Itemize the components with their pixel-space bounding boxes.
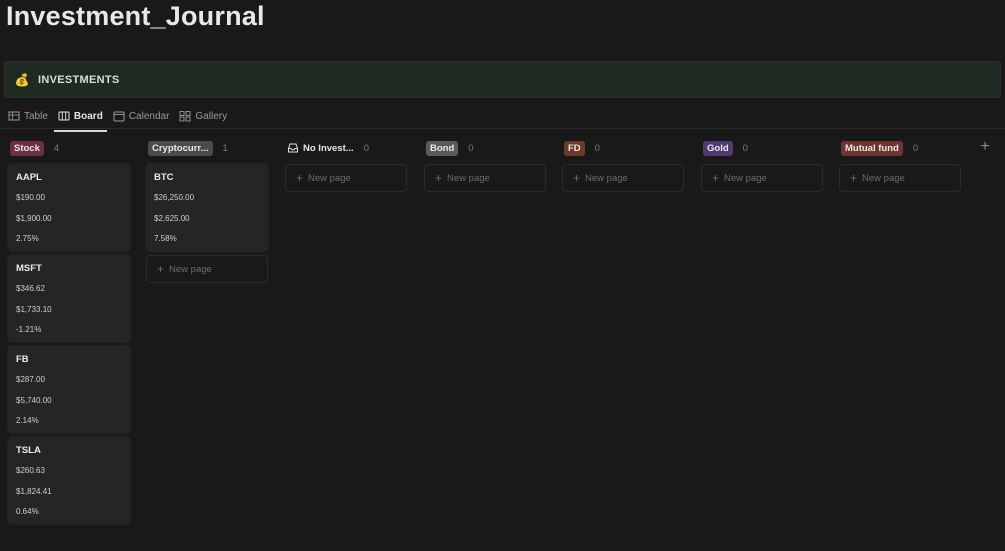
group-label-text: No Invest... — [303, 142, 354, 154]
page-title: Investment_Journal — [6, 1, 265, 31]
new-page-label: New page — [862, 172, 905, 184]
column-bond: Bond 0 + New page — [424, 135, 548, 192]
table-icon — [8, 111, 20, 121]
group-tag-crypto: Cryptocurr... — [148, 140, 213, 156]
card-msft[interactable]: MSFT $346.62 $1,733.10 -1.21% — [8, 255, 130, 342]
group-count: 0 — [594, 142, 600, 154]
column-mutual-fund: Mutual fund 0 + New page — [839, 135, 963, 192]
calendar-icon — [113, 111, 125, 122]
new-page-button[interactable]: + New page — [701, 164, 823, 192]
group-tag-bond: Bond — [426, 140, 459, 156]
card-change: -1.21% — [16, 325, 42, 334]
plus-icon: + — [157, 262, 165, 276]
tab-gallery-label: Gallery — [195, 110, 228, 122]
tab-table[interactable]: Table — [8, 104, 48, 128]
new-page-button[interactable]: + New page — [562, 164, 684, 192]
plus-icon: + — [850, 171, 858, 185]
card-total: $1,824.41 — [16, 486, 52, 496]
card-aapl[interactable]: AAPL $190.00 $1,900.00 2.75% — [8, 164, 130, 251]
new-page-button[interactable]: + New page — [285, 164, 407, 192]
column-header[interactable]: Mutual fund 0 — [839, 135, 963, 161]
group-count: 0 — [912, 142, 919, 154]
card-title: AAPL — [16, 172, 42, 183]
card-change: 2.14% — [16, 416, 39, 425]
column-fd: FD 0 + New page — [562, 135, 686, 192]
card-total: $1,733.10 — [16, 304, 52, 314]
column-crypto: Cryptocurr... 1 BTC $26,250.00 $2,625.00… — [146, 135, 270, 283]
group-tag-stock: Stock — [10, 140, 44, 156]
column-header[interactable]: Stock 4 — [8, 135, 132, 161]
card-price: $346.62 — [16, 284, 45, 293]
column-header[interactable]: No Invest... 0 — [285, 135, 409, 161]
card-total: $5,740.00 — [16, 395, 52, 405]
tab-calendar[interactable]: Calendar — [113, 104, 170, 128]
money-bag-icon: 💰 — [14, 72, 30, 87]
view-tabs: Table Board Calendar Gallery — [8, 104, 237, 132]
new-page-label: New page — [585, 172, 628, 184]
group-tag-fd: FD — [564, 140, 585, 156]
group-count: 0 — [742, 142, 748, 154]
card-total: $2,625.00 — [154, 213, 190, 223]
column-header[interactable]: Gold 0 — [701, 135, 825, 161]
add-group-plus-icon[interactable]: + — [978, 139, 992, 155]
plus-icon: + — [712, 171, 720, 185]
tab-table-label: Table — [24, 110, 48, 122]
column-header[interactable]: Bond 0 — [424, 135, 548, 161]
new-page-label: New page — [169, 263, 212, 275]
card-price: $190.00 — [16, 193, 45, 202]
new-page-label: New page — [447, 172, 490, 184]
callout-title: INVESTMENTS — [38, 73, 120, 86]
card-change: 7.58% — [154, 234, 177, 243]
card-title: TSLA — [16, 445, 41, 456]
column-stock: Stock 4 AAPL $190.00 $1,900.00 2.75% MSF… — [8, 135, 132, 528]
new-page-button[interactable]: + New page — [146, 255, 268, 283]
card-total: $1,900.00 — [16, 213, 52, 223]
card-title: BTC — [154, 172, 174, 183]
group-count: 0 — [468, 142, 474, 154]
card-tsla[interactable]: TSLA $260.63 $1,824.41 0.64% — [8, 437, 130, 524]
group-count: 0 — [363, 142, 369, 154]
column-header[interactable]: Cryptocurr... 1 — [146, 135, 270, 161]
card-title: FB — [16, 354, 29, 365]
new-page-label: New page — [308, 172, 351, 184]
tab-calendar-label: Calendar — [128, 110, 170, 122]
board: Stock 4 AAPL $190.00 $1,900.00 2.75% MSF… — [0, 135, 1005, 551]
card-fb[interactable]: FB $287.00 $5,740.00 2.14% — [8, 346, 130, 433]
plus-icon: + — [573, 171, 581, 185]
gallery-icon — [179, 111, 191, 122]
tab-board-label: Board — [73, 110, 103, 122]
new-page-button[interactable]: + New page — [424, 164, 546, 192]
card-change: 2.75% — [16, 234, 39, 243]
column-header[interactable]: FD 0 — [562, 135, 686, 161]
plus-icon: + — [435, 171, 443, 185]
card-btc[interactable]: BTC $26,250.00 $2,625.00 7.58% — [146, 164, 268, 251]
group-tag-mutual-fund: Mutual fund — [841, 140, 903, 156]
new-page-button[interactable]: + New page — [839, 164, 961, 192]
card-title: MSFT — [16, 263, 42, 274]
plus-icon: + — [296, 171, 304, 185]
card-change: 0.64% — [16, 507, 39, 516]
new-page-label: New page — [724, 172, 767, 184]
card-price: $260.63 — [16, 466, 45, 475]
tab-board[interactable]: Board — [53, 104, 107, 132]
board-icon — [58, 111, 70, 121]
column-no-investment: No Invest... 0 + New page — [285, 135, 409, 192]
column-gold: Gold 0 + New page — [701, 135, 825, 192]
group-count: 4 — [53, 142, 60, 154]
tab-gallery[interactable]: Gallery — [179, 104, 227, 128]
views-divider — [0, 128, 1005, 129]
card-price: $287.00 — [16, 375, 45, 384]
group-label-no-investment: No Invest... — [287, 142, 354, 154]
inbox-icon — [288, 143, 298, 153]
group-tag-gold: Gold — [703, 140, 733, 156]
investments-callout[interactable]: 💰 INVESTMENTS — [4, 61, 1001, 98]
group-count: 1 — [222, 142, 228, 154]
card-price: $26,250.00 — [154, 193, 195, 202]
